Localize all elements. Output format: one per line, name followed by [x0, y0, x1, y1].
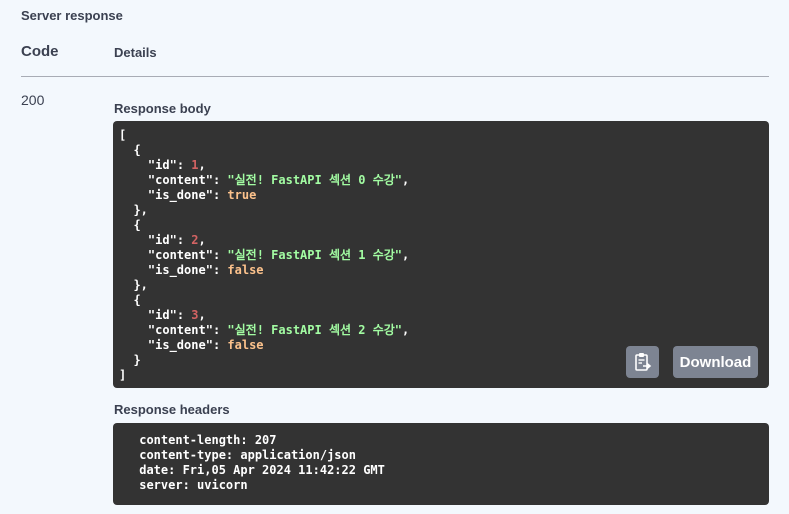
- header-line: content-length: 207: [132, 433, 284, 447]
- copy-to-clipboard-button[interactable]: [626, 346, 659, 378]
- json-value-content: "실전! FastAPI 섹션 0 수강": [227, 173, 403, 187]
- response-headers-panel: content-length: 207 content-type: applic…: [113, 423, 769, 505]
- response-body-label: Response body: [114, 101, 211, 116]
- json-key-is-done: "is_done": [147, 338, 213, 352]
- column-header-code: Code: [21, 43, 59, 60]
- header-divider: [21, 76, 769, 77]
- response-headers-label: Response headers: [114, 402, 230, 417]
- json-value-is-done: true: [227, 188, 257, 202]
- json-key-is-done: "is_done": [147, 263, 213, 277]
- json-value-content: "실전! FastAPI 섹션 2 수강": [227, 323, 403, 337]
- header-line: date: Fri,05 Apr 2024 11:42:22 GMT: [132, 463, 393, 477]
- json-key-is-done: "is_done": [147, 188, 213, 202]
- json-value-id: 1: [191, 158, 199, 172]
- json-value-id: 2: [191, 233, 199, 247]
- clipboard-icon: [634, 353, 651, 371]
- json-value-id: 3: [191, 308, 199, 322]
- status-code: 200: [21, 92, 45, 108]
- json-value-content: "실전! FastAPI 섹션 1 수강": [227, 248, 403, 262]
- json-value-is-done: false: [227, 338, 264, 352]
- header-line: content-type: application/json: [132, 448, 364, 462]
- server-response-title: Server response: [21, 8, 123, 23]
- download-button[interactable]: Download: [673, 346, 758, 378]
- json-key-content: "content": [147, 173, 213, 187]
- response-body-panel: [ { "id": 1, "content": "실전! FastAPI 섹션 …: [113, 121, 769, 388]
- json-key-id: "id": [147, 158, 177, 172]
- json-key-id: "id": [147, 308, 177, 322]
- header-line: server: uvicorn: [132, 478, 255, 492]
- column-header-details: Details: [114, 45, 157, 60]
- json-key-id: "id": [147, 233, 177, 247]
- response-headers-code: content-length: 207 content-type: applic…: [132, 433, 392, 493]
- response-body-code: [ { "id": 1, "content": "실전! FastAPI 섹션 …: [119, 128, 410, 382]
- json-value-is-done: false: [227, 263, 264, 277]
- json-key-content: "content": [147, 323, 213, 337]
- json-key-content: "content": [147, 248, 213, 262]
